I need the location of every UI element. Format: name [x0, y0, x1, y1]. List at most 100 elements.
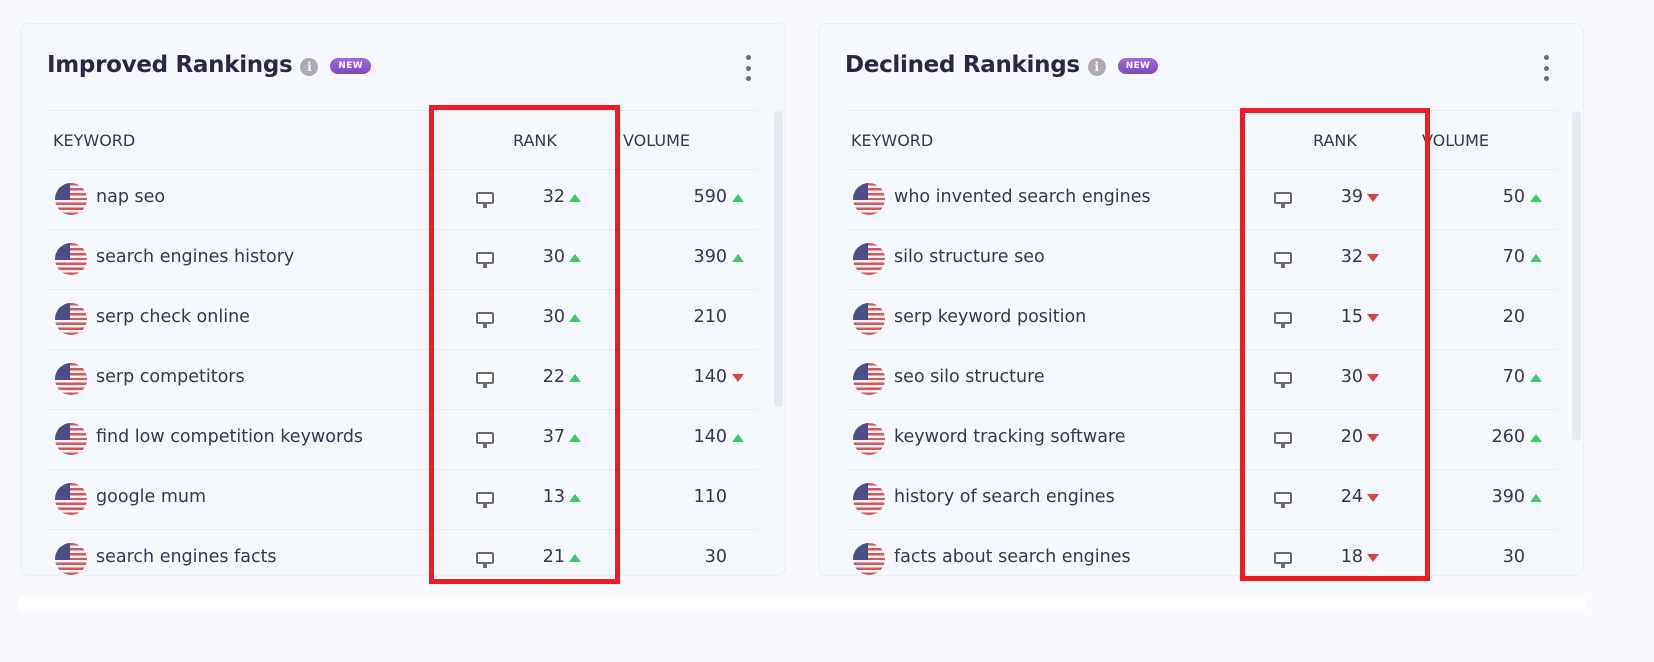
desktop-icon	[1274, 192, 1292, 208]
volume-value: 590	[693, 187, 727, 207]
rankings-table: KEYWORD RANK VOLUME who invented search …	[845, 110, 1556, 575]
trend-down-icon	[1367, 254, 1379, 262]
trend-up-icon	[1530, 494, 1542, 502]
keyword-text[interactable]: history of search engines	[894, 487, 1115, 507]
keyword-text[interactable]: nap seo	[96, 187, 165, 207]
trend-down-icon	[1367, 314, 1379, 322]
trend-up-icon	[1530, 254, 1542, 262]
trend-up-icon	[732, 254, 744, 262]
desktop-icon	[1274, 252, 1292, 268]
volume-value: 20	[1502, 307, 1525, 327]
desktop-icon	[476, 192, 494, 208]
us-flag-icon	[853, 303, 885, 335]
us-flag-icon	[55, 543, 87, 575]
us-flag-icon	[853, 243, 885, 275]
table-row[interactable]: silo structure seo 32 70	[845, 230, 1556, 290]
scrollbar[interactable]	[774, 111, 783, 407]
kebab-menu-icon[interactable]	[1540, 55, 1552, 81]
table-row[interactable]: google mum 13 110	[47, 470, 758, 530]
desktop-icon	[1274, 492, 1292, 508]
keyword-text[interactable]: serp competitors	[96, 367, 245, 387]
rank-value: 32	[542, 187, 565, 207]
keyword-text[interactable]: serp check online	[96, 307, 250, 327]
table-row[interactable]: serp check online 30 210	[47, 290, 758, 350]
desktop-icon	[1274, 372, 1292, 388]
desktop-icon	[476, 372, 494, 388]
rank-value: 30	[542, 247, 565, 267]
keyword-text[interactable]: who invented search engines	[894, 187, 1151, 207]
us-flag-icon	[55, 423, 87, 455]
desktop-icon	[1274, 552, 1292, 568]
trend-down-icon	[1367, 494, 1379, 502]
trend-up-icon	[569, 374, 581, 382]
column-header-keyword[interactable]: KEYWORD	[53, 131, 135, 150]
column-header-volume[interactable]: VOLUME	[623, 131, 690, 150]
page-footer-strip	[19, 597, 1586, 611]
rank-value: 13	[542, 487, 565, 507]
keyword-text[interactable]: facts about search engines	[894, 547, 1131, 567]
trend-up-icon	[569, 254, 581, 262]
scrollbar[interactable]	[1572, 111, 1581, 441]
table-row[interactable]: seo silo structure 30 70	[845, 350, 1556, 410]
volume-value: 30	[1502, 547, 1525, 567]
keyword-text[interactable]: keyword tracking software	[894, 427, 1126, 447]
keyword-text[interactable]: google mum	[96, 487, 206, 507]
volume-value: 70	[1502, 247, 1525, 267]
table-row[interactable]: history of search engines 24 390	[845, 470, 1556, 530]
table-body: nap seo 32 590 search engines history 30 390 s…	[47, 170, 758, 575]
us-flag-icon	[55, 303, 87, 335]
volume-value: 30	[704, 547, 727, 567]
desktop-icon	[476, 312, 494, 328]
keyword-text[interactable]: serp keyword position	[894, 307, 1086, 327]
rank-value: 32	[1340, 247, 1363, 267]
table-row[interactable]: serp competitors 22 140	[47, 350, 758, 410]
us-flag-icon	[853, 423, 885, 455]
table-row[interactable]: search engines history 30 390	[47, 230, 758, 290]
us-flag-icon	[55, 183, 87, 215]
volume-value: 140	[693, 427, 727, 447]
info-icon[interactable]: i	[1087, 57, 1106, 76]
keyword-text[interactable]: silo structure seo	[894, 247, 1045, 267]
table-row[interactable]: nap seo 32 590	[47, 170, 758, 230]
panel-header: Improved Rankings i NEW	[47, 52, 371, 78]
volume-value: 110	[693, 487, 727, 507]
kebab-menu-icon[interactable]	[742, 55, 754, 81]
trend-down-icon	[1367, 194, 1379, 202]
rank-value: 21	[542, 547, 565, 567]
table-row[interactable]: keyword tracking software 20 260	[845, 410, 1556, 470]
table-row[interactable]: serp keyword position 15 20	[845, 290, 1556, 350]
column-header-rank[interactable]: RANK	[1313, 131, 1357, 150]
panel-title: Declined Rankings	[845, 52, 1080, 78]
rank-value: 22	[542, 367, 565, 387]
desktop-icon	[1274, 312, 1292, 328]
trend-up-icon	[732, 434, 744, 442]
volume-value: 390	[693, 247, 727, 267]
desktop-icon	[1274, 432, 1292, 448]
desktop-icon	[476, 252, 494, 268]
keyword-text[interactable]: search engines facts	[96, 547, 277, 567]
table-row[interactable]: facts about search engines 18 30	[845, 530, 1556, 575]
info-icon[interactable]: i	[300, 57, 319, 76]
us-flag-icon	[853, 543, 885, 575]
table-row[interactable]: find low competition keywords 37 140	[47, 410, 758, 470]
keyword-text[interactable]: find low competition keywords	[96, 427, 363, 447]
rankings-table: KEYWORD RANK VOLUME nap seo 32 590 search e…	[47, 110, 758, 575]
trend-down-icon	[1367, 554, 1379, 562]
table-row[interactable]: who invented search engines 39 50	[845, 170, 1556, 230]
rank-value: 39	[1340, 187, 1363, 207]
new-badge: NEW	[1117, 58, 1159, 74]
rank-value: 37	[542, 427, 565, 447]
keyword-text[interactable]: search engines history	[96, 247, 294, 267]
column-header-rank[interactable]: RANK	[513, 131, 557, 150]
us-flag-icon	[55, 483, 87, 515]
desktop-icon	[476, 432, 494, 448]
table-header: KEYWORD RANK VOLUME	[845, 110, 1556, 170]
trend-up-icon	[569, 554, 581, 562]
keyword-text[interactable]: seo silo structure	[894, 367, 1045, 387]
table-body: who invented search engines 39 50 silo stru…	[845, 170, 1556, 575]
column-header-volume[interactable]: VOLUME	[1422, 131, 1489, 150]
table-row[interactable]: search engines facts 21 30	[47, 530, 758, 575]
trend-down-icon	[732, 374, 744, 382]
column-header-keyword[interactable]: KEYWORD	[851, 131, 933, 150]
trend-up-icon	[1530, 374, 1542, 382]
